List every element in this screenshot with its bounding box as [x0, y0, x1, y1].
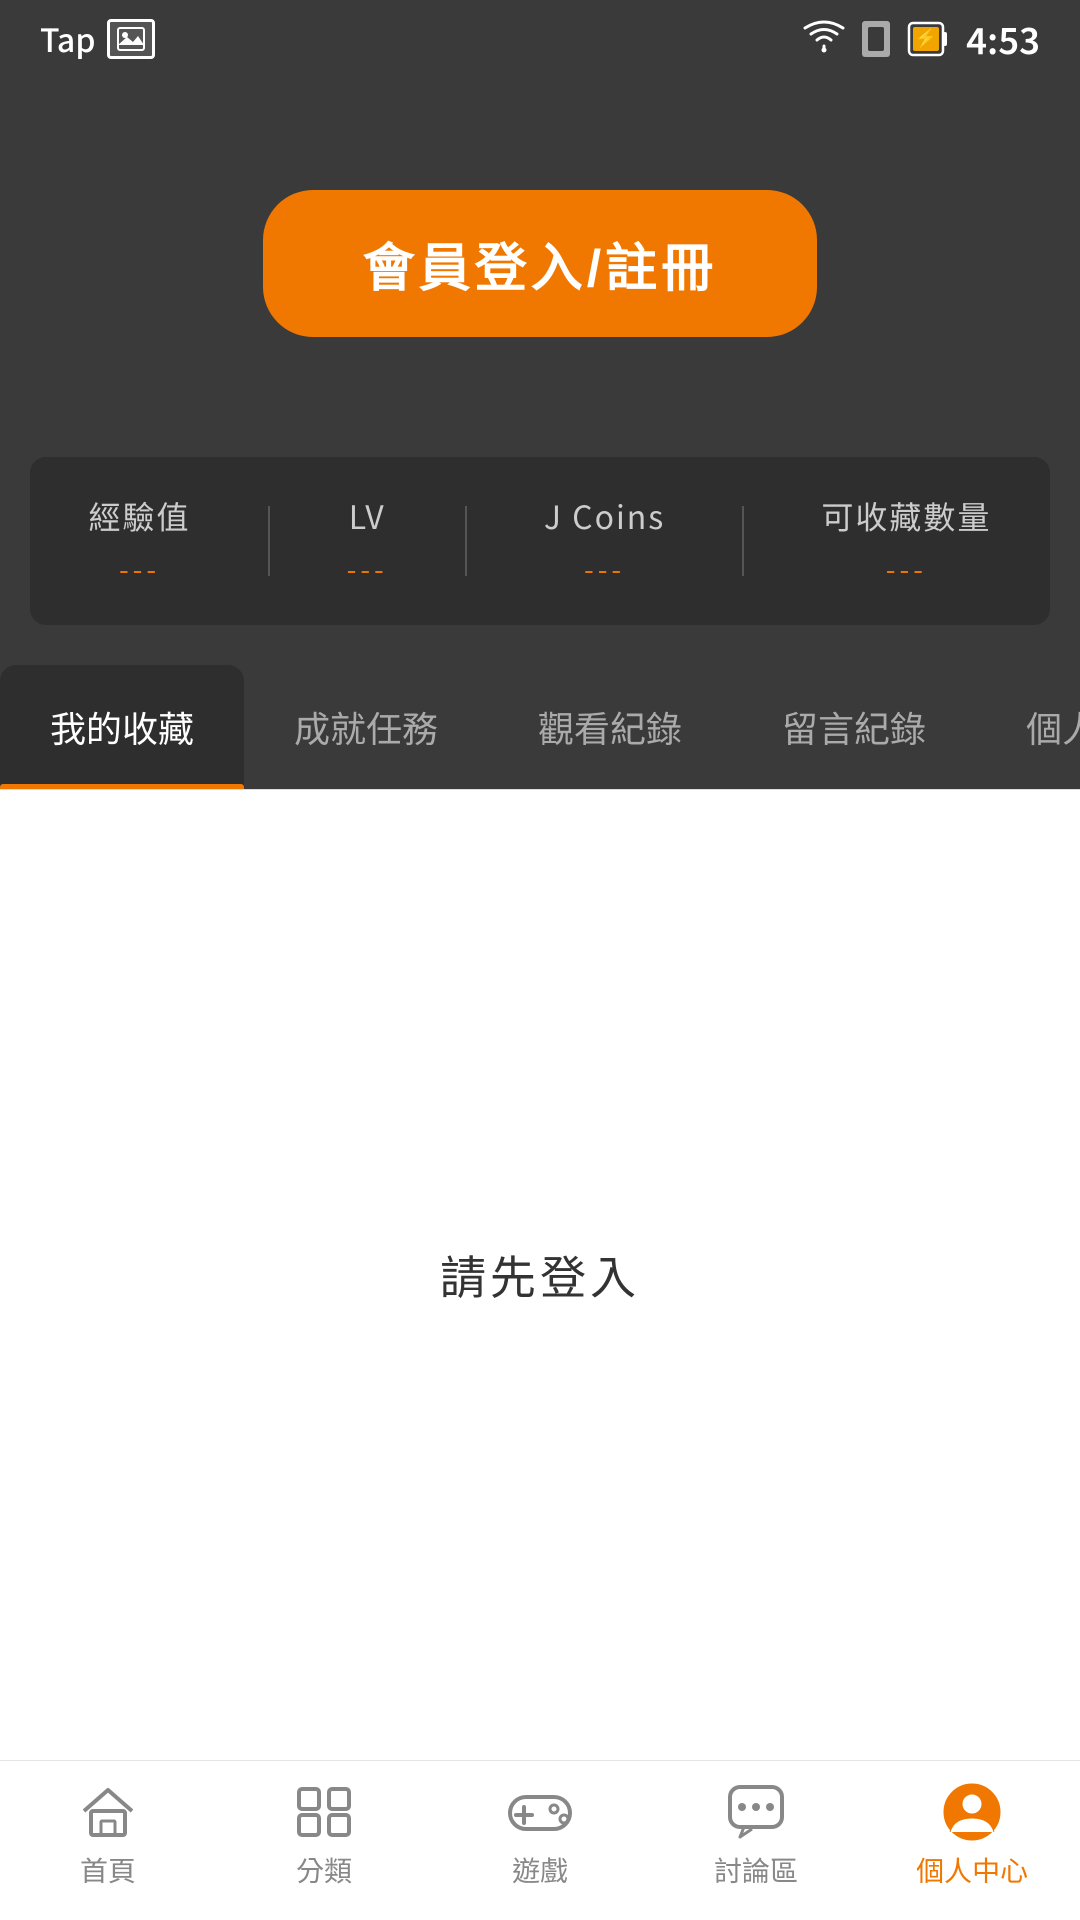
discussion-icon	[721, 1782, 791, 1842]
content-area: 請先登入	[0, 790, 1080, 1760]
hero-area: 會員登入/註冊	[0, 70, 1080, 457]
app-name: Tap	[40, 16, 95, 62]
nav-home[interactable]: 首頁	[0, 1782, 216, 1890]
stat-jcoins: J Coins ---	[544, 493, 665, 589]
nav-profile[interactable]: 個人中心	[864, 1782, 1080, 1890]
stat-divider-2	[465, 506, 467, 576]
nav-home-label: 首頁	[80, 1850, 136, 1890]
tab-watch-history[interactable]: 觀看紀錄	[488, 665, 732, 789]
stat-jcoins-value: ---	[584, 549, 625, 589]
stat-collectible: 可收藏數量 ---	[821, 493, 991, 589]
stat-jcoins-label: J Coins	[544, 493, 665, 539]
stat-divider-1	[268, 506, 270, 576]
status-time: 4:53	[966, 13, 1040, 65]
stat-lv: LV ---	[347, 493, 388, 589]
stat-experience-value: ---	[119, 549, 160, 589]
category-icon	[289, 1782, 359, 1842]
stat-collectible-value: ---	[886, 549, 927, 589]
svg-text:⚡: ⚡	[915, 24, 937, 50]
nav-category[interactable]: 分類	[216, 1782, 432, 1890]
status-bar: Tap ⚡ 4:53	[0, 0, 1080, 70]
tab-comment-history[interactable]: 留言紀錄	[732, 665, 976, 789]
nav-games[interactable]: 遊戲	[432, 1782, 648, 1890]
tab-achievements[interactable]: 成就任務	[244, 665, 488, 789]
battery-icon: ⚡	[908, 18, 948, 60]
nav-discussion-label: 討論區	[714, 1850, 798, 1890]
tab-my-collection[interactable]: 我的收藏	[0, 665, 244, 789]
stat-divider-3	[742, 506, 744, 576]
signal-icon	[862, 21, 890, 57]
stat-experience: 經驗值 ---	[89, 493, 191, 589]
profile-icon	[937, 1782, 1007, 1842]
nav-games-label: 遊戲	[512, 1850, 568, 1890]
login-register-button[interactable]: 會員登入/註冊	[263, 190, 817, 337]
home-icon	[73, 1782, 143, 1842]
nav-profile-label: 個人中心	[916, 1850, 1028, 1890]
stat-lv-label: LV	[349, 493, 386, 539]
status-bar-right: ⚡ 4:53	[804, 13, 1040, 65]
stat-collectible-label: 可收藏數量	[821, 493, 991, 539]
login-prompt-text: 請先登入	[440, 1242, 640, 1308]
wifi-icon	[804, 24, 844, 54]
bottom-nav: 首頁 分類 遊戲	[0, 1760, 1080, 1920]
tabs-container: 我的收藏 成就任務 觀看紀錄 留言紀錄 個人	[0, 665, 1080, 790]
stats-bar: 經驗值 --- LV --- J Coins --- 可收藏數量 ---	[30, 457, 1050, 625]
nav-discussion[interactable]: 討論區	[648, 1782, 864, 1890]
app-image-icon	[107, 19, 155, 59]
tab-profile-extra[interactable]: 個人	[976, 665, 1080, 789]
stat-lv-value: ---	[347, 549, 388, 589]
nav-category-label: 分類	[296, 1850, 352, 1890]
games-icon	[505, 1782, 575, 1842]
stat-experience-label: 經驗值	[89, 493, 191, 539]
